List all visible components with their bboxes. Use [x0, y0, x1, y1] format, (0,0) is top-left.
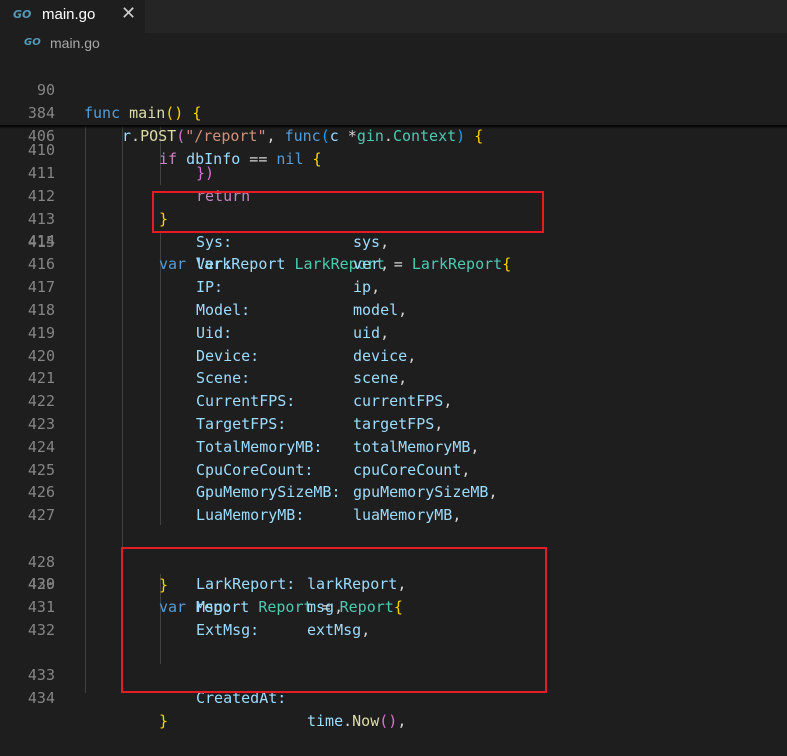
struct-field: CurrentFPS:	[196, 392, 296, 411]
field-value: targetFPS,	[353, 414, 444, 433]
field-value: currentFPS,	[353, 392, 453, 411]
line-number: 427	[27, 506, 55, 525]
struct-field: LuaMemoryMB:	[196, 506, 305, 525]
line-number: 423	[27, 414, 55, 433]
line-number: 431	[27, 597, 55, 616]
line-number: 415	[27, 232, 55, 251]
code-line: 426 GpuMemorySizeMB: gpuMemorySizeMB,	[0, 481, 787, 504]
code-line: 424 TotalMemoryMB: totalMemoryMB,	[0, 436, 787, 459]
code-line: 418 Model: model,	[0, 299, 787, 322]
close-icon[interactable]: ✕	[121, 3, 136, 24]
line-number: 434	[27, 689, 55, 707]
field-value: ver,	[353, 255, 390, 274]
struct-field: CpuCoreCount:	[196, 460, 314, 479]
code-line: 416 Ver: ver,	[0, 253, 787, 276]
struct-field: Scene:	[196, 369, 251, 388]
code-line: 417 IP: ip,	[0, 276, 787, 299]
field-value: gpuMemorySizeMB,	[353, 483, 498, 502]
field-value: totalMemoryMB,	[353, 437, 480, 456]
go-icon: GO	[24, 37, 41, 48]
field-value: uid,	[353, 323, 390, 342]
sticky-line: 384 r.POST("/report", func(c *gin.Contex…	[0, 79, 787, 145]
struct-field: GpuMemorySizeMB:	[196, 483, 341, 502]
code-line: 427 LuaMemoryMB: luaMemoryMB,	[0, 504, 787, 527]
field-value: scene,	[353, 369, 408, 388]
sticky-line: 90 func main() {	[0, 56, 787, 122]
code-line: 419 Uid: uid,	[0, 322, 787, 345]
sticky-line: 406 if dbInfo == nil {	[0, 102, 787, 168]
struct-field: IP:	[196, 278, 224, 297]
go-icon: GO	[13, 8, 32, 21]
code-line: 422 CurrentFPS: currentFPS,	[0, 390, 787, 413]
line-number: 420	[27, 346, 55, 365]
line-number: 419	[27, 323, 55, 342]
tab-bar: GO main.go ✕	[0, 0, 787, 33]
tab-main-go[interactable]: GO main.go ✕	[0, 0, 145, 33]
field-value: sys,	[353, 232, 390, 251]
highlight-box-larkreport	[152, 191, 544, 233]
line-number: 426	[27, 483, 55, 502]
breadcrumb: GO main.go	[0, 33, 787, 55]
line-number: 430	[27, 575, 55, 593]
code-line: 425 CpuCoreCount: cpuCoreCount,	[0, 459, 787, 482]
line-number: 421	[27, 369, 55, 388]
struct-field: Sys:	[196, 232, 233, 251]
highlight-box-report	[121, 547, 547, 693]
code-line: 420 Device: device,	[0, 345, 787, 368]
struct-field: Model:	[196, 300, 251, 319]
line-number: 417	[27, 278, 55, 297]
struct-field: Ver:	[196, 255, 233, 274]
field-value: cpuCoreCount,	[353, 460, 471, 479]
field-value: ip,	[353, 278, 381, 297]
sticky-shadow	[0, 125, 787, 129]
breadcrumb-file[interactable]: main.go	[50, 35, 100, 51]
struct-field: Uid:	[196, 323, 233, 342]
code-line: 415 Sys: sys,	[0, 231, 787, 254]
sticky-scroll[interactable]: 90 func main() { 384 r.POST("/report", f…	[0, 55, 787, 168]
field-value: model,	[353, 300, 408, 319]
line-number: 425	[27, 460, 55, 479]
field-value: luaMemoryMB,	[353, 506, 462, 525]
line-number: 424	[27, 437, 55, 456]
line-number: 432	[27, 620, 55, 639]
line-number: 418	[27, 300, 55, 319]
struct-field: Device:	[196, 346, 260, 365]
code-line: 421 Scene: scene,	[0, 367, 787, 390]
tab-label: main.go	[42, 6, 96, 23]
code-line: 423 TargetFPS: targetFPS,	[0, 413, 787, 436]
struct-field: TotalMemoryMB:	[196, 437, 323, 456]
struct-field: TargetFPS:	[196, 414, 287, 433]
line-number: 422	[27, 392, 55, 411]
line-number: 416	[27, 255, 55, 274]
field-value: device,	[353, 346, 417, 365]
code-line: 412 }	[0, 162, 787, 228]
